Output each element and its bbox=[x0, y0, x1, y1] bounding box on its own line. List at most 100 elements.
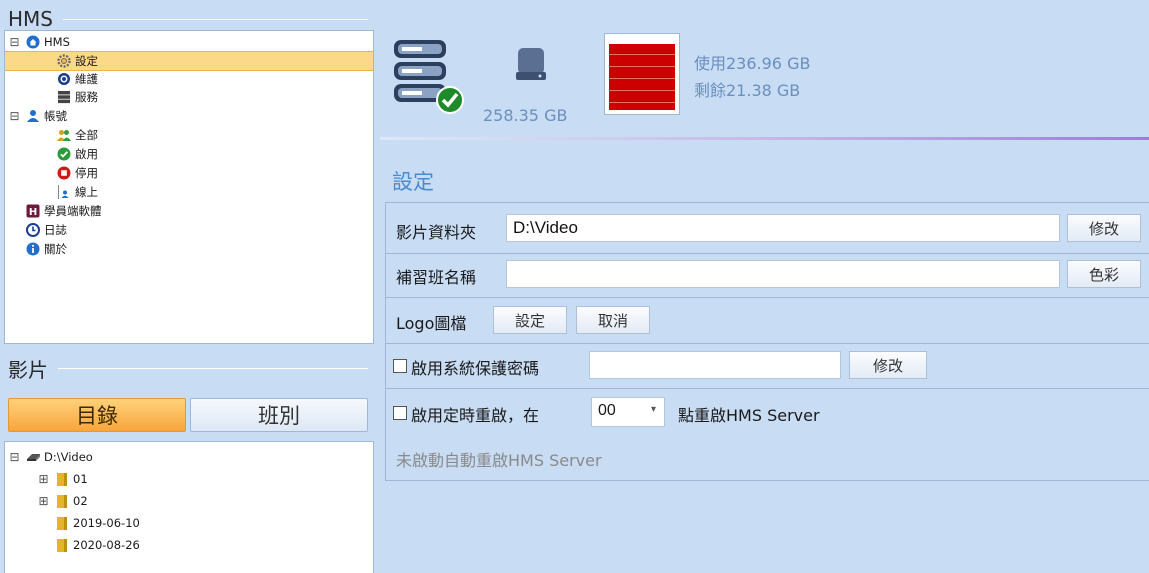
tree-item-log[interactable]: 日誌 bbox=[26, 221, 67, 239]
users-icon bbox=[57, 128, 71, 142]
folder-icon bbox=[55, 472, 69, 486]
color-button[interactable]: 色彩 bbox=[1067, 260, 1141, 288]
free-space-text: 剩餘21.38 GB bbox=[694, 81, 801, 100]
tree-item-folder[interactable]: 2020-08-26 bbox=[55, 536, 140, 554]
protect-password-row: 啟用系統保護密碼 修改 bbox=[386, 344, 1149, 389]
school-name-row: 補習班名稱 色彩 bbox=[386, 254, 1149, 298]
expand-icon[interactable]: ⊞ bbox=[38, 495, 49, 507]
tree-item-enabled[interactable]: 啟用 bbox=[57, 145, 98, 163]
tree-item-online[interactable]: 線上 bbox=[57, 183, 98, 201]
maintenance-icon bbox=[57, 72, 71, 86]
tree-item-label: 線上 bbox=[75, 185, 98, 199]
protect-password-input[interactable] bbox=[589, 351, 841, 379]
hms-section-header: HMS bbox=[8, 6, 368, 32]
gear-icon bbox=[57, 54, 71, 68]
clock-icon bbox=[26, 223, 40, 237]
student-app-icon: H bbox=[26, 204, 40, 218]
meter-line bbox=[609, 54, 675, 55]
tree-item-folder[interactable]: ⊞ 02 bbox=[38, 492, 88, 510]
disk-icon bbox=[514, 46, 548, 82]
tree-item-label: HMS bbox=[44, 35, 70, 49]
scheduled-restart-checkbox[interactable] bbox=[393, 406, 407, 420]
tree-item-label: 學員端軟體 bbox=[44, 204, 102, 218]
scheduled-restart-row: 啟用定時重啟，在 00 ▾ 點重啟HMS Server 未啟動自動重啟HMS S… bbox=[386, 389, 1149, 479]
tree-item-service[interactable]: 服務 bbox=[57, 88, 98, 106]
hms-tree: ⊟ HMS 設定 維護 服務 ⊟ 帳號 全部 啟用 停用 線上 H 學員端軟體 … bbox=[4, 30, 374, 344]
folder-icon bbox=[55, 538, 69, 552]
tab-directory[interactable]: 目錄 bbox=[8, 398, 186, 432]
home-icon bbox=[26, 35, 40, 49]
tree-item-label: 全部 bbox=[75, 128, 98, 142]
video-tabs: 目錄 班別 bbox=[8, 398, 368, 432]
video-folder-input[interactable] bbox=[506, 214, 1060, 242]
collapse-icon[interactable]: ⊟ bbox=[9, 36, 20, 48]
tree-item-drive[interactable]: ⊟ D:\Video bbox=[9, 448, 93, 466]
info-icon bbox=[26, 242, 40, 256]
scheduled-restart-label: 啟用定時重啟，在 bbox=[411, 406, 540, 425]
tree-item-label: 維護 bbox=[75, 72, 98, 86]
modify-folder-button[interactable]: 修改 bbox=[1067, 214, 1141, 242]
logo-row: Logo圖檔 設定 取消 bbox=[386, 298, 1149, 344]
logo-cancel-button[interactable]: 取消 bbox=[576, 306, 650, 334]
tree-item-disabled[interactable]: 停用 bbox=[57, 164, 98, 182]
tree-item-label: 日誌 bbox=[44, 223, 67, 237]
tree-item-all[interactable]: 全部 bbox=[57, 126, 98, 144]
stop-circle-icon bbox=[57, 166, 71, 180]
restart-hour-value: 00 bbox=[598, 402, 616, 419]
storage-usage-meter bbox=[604, 33, 680, 115]
online-user-icon bbox=[57, 185, 71, 199]
tree-item-account[interactable]: ⊟ 帳號 bbox=[9, 107, 67, 125]
collapse-icon[interactable]: ⊟ bbox=[9, 110, 20, 122]
meter-line bbox=[609, 102, 675, 103]
tree-item-label: 2019-06-10 bbox=[73, 516, 140, 530]
tab-class[interactable]: 班別 bbox=[190, 398, 368, 432]
logo-set-button[interactable]: 設定 bbox=[493, 306, 567, 334]
svg-text:H: H bbox=[29, 207, 37, 218]
drive-icon bbox=[26, 450, 40, 464]
tree-item-folder[interactable]: ⊞ 01 bbox=[38, 470, 88, 488]
folder-tree: ⊟ D:\Video ⊞ 01 ⊞ 02 2019-06-10 2020-08-… bbox=[4, 441, 374, 573]
video-section-header: 影片 bbox=[8, 355, 368, 382]
protect-password-modify-button[interactable]: 修改 bbox=[849, 351, 927, 379]
tree-item-student-software[interactable]: H 學員端軟體 bbox=[26, 202, 102, 220]
tree-item-label: 停用 bbox=[75, 166, 98, 180]
school-name-label: 補習班名稱 bbox=[396, 268, 477, 287]
expand-icon[interactable]: ⊞ bbox=[38, 473, 49, 485]
school-name-input[interactable] bbox=[506, 260, 1060, 288]
restart-status-text: 未啟動自動重啟HMS Server bbox=[396, 451, 602, 470]
restart-hour-select[interactable]: 00 ▾ bbox=[591, 397, 665, 427]
header-divider bbox=[380, 137, 1149, 140]
tree-item-hms[interactable]: ⊟ HMS bbox=[9, 33, 70, 51]
tree-item-about[interactable]: 關於 bbox=[26, 240, 67, 258]
protect-password-checkbox[interactable] bbox=[393, 359, 407, 373]
settings-form: 影片資料夾 修改 補習班名稱 色彩 Logo圖檔 設定 取消 啟用系統保護密碼 … bbox=[385, 202, 1149, 481]
video-folder-label: 影片資料夾 bbox=[396, 223, 477, 242]
tree-item-label: 服務 bbox=[75, 90, 98, 104]
tree-item-label: D:\Video bbox=[44, 450, 93, 464]
section-divider bbox=[58, 367, 368, 369]
chevron-down-icon[interactable]: ▾ bbox=[651, 404, 656, 415]
tree-item-label: 設定 bbox=[75, 54, 98, 68]
tree-item-maintenance[interactable]: 維護 bbox=[57, 70, 98, 88]
check-circle-icon bbox=[57, 147, 71, 161]
section-divider bbox=[63, 18, 368, 20]
protect-password-label: 啟用系統保護密碼 bbox=[411, 359, 540, 378]
tree-item-label: 2020-08-26 bbox=[73, 538, 140, 552]
meter-line bbox=[609, 66, 675, 67]
tree-item-settings[interactable]: 設定 bbox=[5, 51, 373, 71]
meter-line bbox=[609, 90, 675, 91]
tree-item-folder[interactable]: 2019-06-10 bbox=[55, 514, 140, 532]
capacity-total: 258.35 GB bbox=[483, 106, 568, 125]
used-space-text: 使用236.96 GB bbox=[694, 54, 811, 73]
server-icon bbox=[57, 90, 71, 104]
tree-item-label: 01 bbox=[73, 472, 88, 486]
collapse-icon[interactable]: ⊟ bbox=[9, 451, 20, 463]
folder-icon bbox=[55, 494, 69, 508]
tree-item-label: 啟用 bbox=[75, 147, 98, 161]
restart-suffix-label: 點重啟HMS Server bbox=[678, 406, 820, 425]
tree-item-label: 關於 bbox=[44, 242, 67, 256]
folder-icon bbox=[55, 516, 69, 530]
server-status-icon bbox=[392, 36, 464, 116]
tree-item-label: 02 bbox=[73, 494, 88, 508]
storage-summary: 258.35 GB 使用236.96 GB 剩餘21.38 GB bbox=[380, 0, 1149, 140]
